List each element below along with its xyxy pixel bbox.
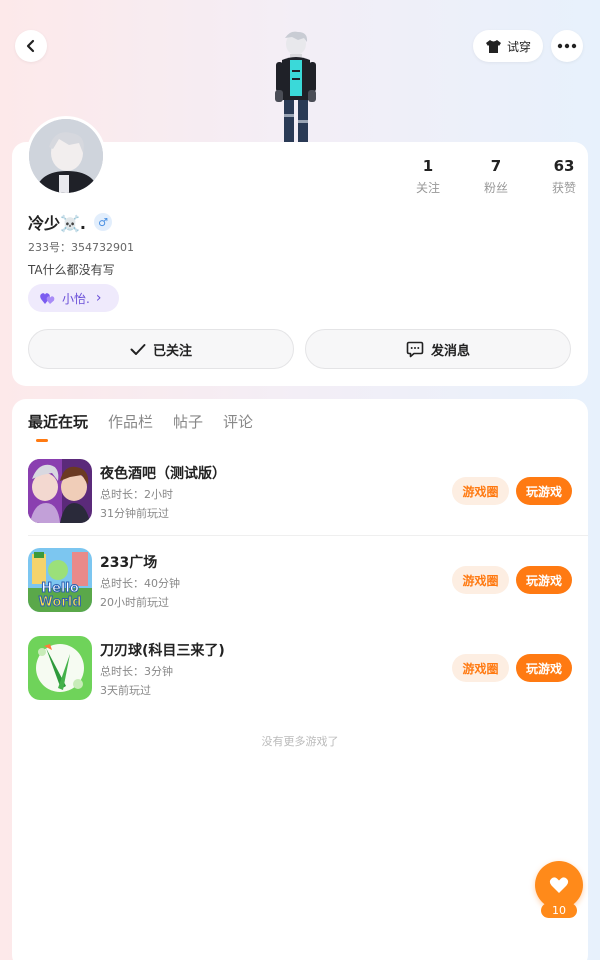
game-icon-image — [28, 459, 92, 523]
try-on-label: 试穿 — [506, 39, 531, 54]
game-last-played: 20小时前玩过 — [100, 596, 169, 609]
tab-comments[interactable]: 评论 — [223, 411, 253, 433]
stat-fans[interactable]: 7 粉丝 — [462, 156, 530, 196]
user-bio: TA什么都没有写 — [28, 263, 115, 277]
game-icon-image: Hello World — [28, 548, 92, 612]
tshirt-icon — [485, 39, 501, 53]
top-bar: 试穿 — [0, 0, 600, 142]
more-dots-icon — [557, 43, 577, 49]
tab-posts[interactable]: 帖子 — [173, 411, 203, 433]
chevron-right-icon: › — [95, 290, 102, 306]
double-heart-icon — [40, 292, 55, 304]
stat-following[interactable]: 1 关注 — [394, 156, 462, 196]
more-button[interactable] — [551, 30, 583, 62]
relation-tag[interactable]: 小怡. › — [28, 284, 119, 312]
stat-value: 1 — [422, 157, 434, 175]
game-icon — [28, 459, 92, 523]
back-arrow-icon — [26, 39, 35, 53]
stat-likes[interactable]: 63 获赞 — [530, 156, 598, 196]
game-duration: 总时长：3分钟 — [100, 665, 173, 678]
play-game-button[interactable]: 玩游戏 — [516, 654, 572, 682]
list-item[interactable]: Hello World 233广场 总时长：40分钟 20小时前玩过 游戏圈 玩… — [28, 548, 572, 614]
check-icon — [130, 343, 146, 355]
user-id: 233号：354732901 — [28, 241, 134, 254]
stat-label: 获赞 — [551, 181, 576, 195]
tab-recently-played[interactable]: 最近在玩 — [28, 411, 88, 433]
game-icon: Hello World — [28, 548, 92, 612]
game-duration: 总时长：2小时 — [100, 488, 173, 501]
stat-value: 63 — [553, 157, 575, 175]
game-title: 刀刃球(科目三来了) — [100, 643, 225, 659]
followed-button[interactable]: 已关注 — [28, 329, 294, 369]
message-button[interactable]: 发消息 — [305, 329, 571, 369]
stats-row: 1 关注 7 粉丝 63 获赞 — [394, 156, 598, 196]
list-item[interactable]: 刀刃球(科目三来了) 总时长：3分钟 3天前玩过 游戏圈 玩游戏 — [28, 636, 572, 702]
tab-indicator — [36, 439, 48, 442]
game-last-played: 31分钟前玩过 — [100, 507, 169, 520]
male-icon: ♂ — [94, 213, 113, 231]
list-item[interactable]: 夜色酒吧（测试版） 总时长：2小时 31分钟前玩过 游戏圈 玩游戏 — [28, 459, 572, 525]
game-icon-image — [28, 636, 92, 700]
game-icon — [28, 636, 92, 700]
game-circle-button[interactable]: 游戏圈 — [452, 477, 509, 505]
chat-bubble-icon — [406, 341, 424, 357]
play-game-button[interactable]: 玩游戏 — [516, 477, 572, 505]
game-icon-text: World — [39, 595, 82, 610]
stat-value: 7 — [490, 157, 502, 175]
back-button[interactable] — [15, 30, 47, 62]
try-on-button[interactable]: 试穿 — [473, 30, 543, 62]
stat-label: 粉丝 — [483, 181, 508, 195]
games-card: 最近在玩 作品栏 帖子 评论 夜色酒吧（测试版） 总时长：2小时 31分钟前玩过… — [12, 399, 588, 960]
avatar[interactable] — [26, 116, 106, 196]
heart-icon — [549, 877, 569, 893]
game-last-played: 3天前玩过 — [100, 684, 151, 697]
user-name: 冷少☠️. — [28, 214, 87, 233]
name-row: 冷少☠️. ♂ — [28, 210, 113, 234]
game-title: 233广场 — [100, 555, 158, 571]
game-icon-text: Hello — [41, 581, 79, 596]
game-circle-button[interactable]: 游戏圈 — [452, 654, 509, 682]
game-duration: 总时长：40分钟 — [100, 577, 180, 590]
relation-tag-label: 小怡. — [62, 291, 90, 306]
game-circle-button[interactable]: 游戏圈 — [452, 566, 509, 594]
like-count-badge: 10 — [541, 903, 577, 918]
avatar-image — [29, 119, 103, 193]
tab-bar: 最近在玩 作品栏 帖子 评论 — [28, 411, 253, 433]
followed-label: 已关注 — [152, 343, 192, 359]
like-button[interactable] — [535, 861, 583, 909]
stat-label: 关注 — [415, 181, 440, 195]
avatar-3d-figure[interactable] — [268, 30, 322, 142]
no-more-games-text: 没有更多游戏了 — [261, 735, 339, 748]
tab-works[interactable]: 作品栏 — [108, 411, 153, 433]
divider — [28, 535, 588, 536]
message-label: 发消息 — [430, 343, 470, 359]
game-title: 夜色酒吧（测试版） — [100, 466, 226, 482]
play-game-button[interactable]: 玩游戏 — [516, 566, 572, 594]
